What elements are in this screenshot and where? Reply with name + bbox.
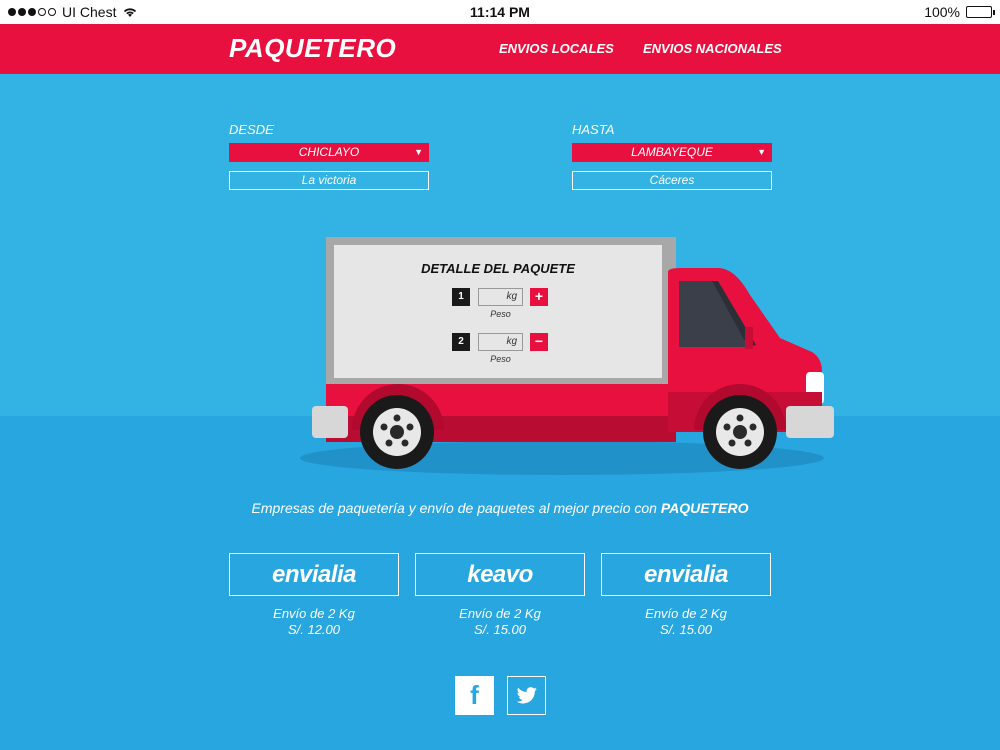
dropdown-caret-icon: ▼ [414, 147, 423, 157]
from-district-field[interactable]: La victoria [229, 171, 429, 190]
battery-status: 100% [924, 4, 995, 20]
remove-package-button[interactable]: − [530, 333, 548, 351]
carrier-weight: Envío de 2 Kg [273, 606, 355, 621]
battery-percent: 100% [924, 4, 960, 20]
carrier-price: S/. 12.00 [287, 622, 341, 637]
weight-input-2[interactable]: kg [478, 333, 523, 351]
status-bar: UI Chest 11:14 PM 100% [0, 0, 1000, 24]
top-navbar: PAQUETERO ENVIOS LOCALES ENVIOS NACIONAL… [0, 24, 1000, 74]
carrier-price: S/. 15.00 [659, 622, 713, 637]
to-city-value: LAMBAYEQUE [631, 145, 713, 159]
carrier-offer-3: Envío de 2 Kg S/. 15.00 [601, 606, 771, 638]
nav-link-envios-nacionales[interactable]: ENVIOS NACIONALES [643, 41, 782, 56]
weight-caption-1: Peso [490, 309, 511, 319]
package-detail-panel: DETALLE DEL PAQUETE 1 kg + Peso 2 kg − P… [334, 245, 662, 378]
dropdown-caret-icon: ▼ [757, 147, 766, 157]
nav-link-envios-locales[interactable]: ENVIOS LOCALES [499, 41, 614, 56]
package-detail-title: DETALLE DEL PAQUETE [421, 261, 575, 276]
from-city-select[interactable]: CHICLAYO ▼ [229, 143, 429, 162]
carrier-weight: Envío de 2 Kg [459, 606, 541, 621]
package-number-2: 2 [452, 333, 470, 351]
carrier-card-envialia-2[interactable]: envialia [601, 553, 771, 596]
envialia-logo: envialia [271, 560, 357, 588]
tagline-text: Empresas de paquetería y envío de paquet… [251, 500, 661, 516]
from-label: DESDE [229, 122, 274, 137]
carrier-price: S/. 15.00 [473, 622, 527, 637]
facebook-icon[interactable]: f [455, 676, 494, 715]
envialia-logo: envialia [643, 560, 729, 588]
weight-caption-2: Peso [490, 354, 511, 364]
carrier-card-keavo[interactable]: keavo [415, 553, 585, 596]
keavo-logo: keavo [467, 560, 533, 588]
battery-icon [966, 6, 995, 18]
tagline: Empresas de paquetería y envío de paquet… [0, 500, 1000, 516]
twitter-icon[interactable] [507, 676, 546, 715]
to-city-select[interactable]: LAMBAYEQUE ▼ [572, 143, 772, 162]
add-package-button[interactable]: + [530, 288, 548, 306]
weight-input-1[interactable]: kg [478, 288, 523, 306]
from-city-value: CHICLAYO [298, 145, 360, 159]
tagline-brand: PAQUETERO [660, 500, 749, 516]
brand-logo[interactable]: PAQUETERO [229, 33, 396, 64]
to-label: HASTA [572, 122, 615, 137]
package-number-1: 1 [452, 288, 470, 306]
clock: 11:14 PM [470, 4, 530, 20]
carrier-weight: Envío de 2 Kg [645, 606, 727, 621]
carrier-offer-2: Envío de 2 Kg S/. 15.00 [415, 606, 585, 638]
carrier-card-envialia[interactable]: envialia [229, 553, 399, 596]
carrier-offer-1: Envío de 2 Kg S/. 12.00 [229, 606, 399, 638]
to-district-field[interactable]: Cáceres [572, 171, 772, 190]
